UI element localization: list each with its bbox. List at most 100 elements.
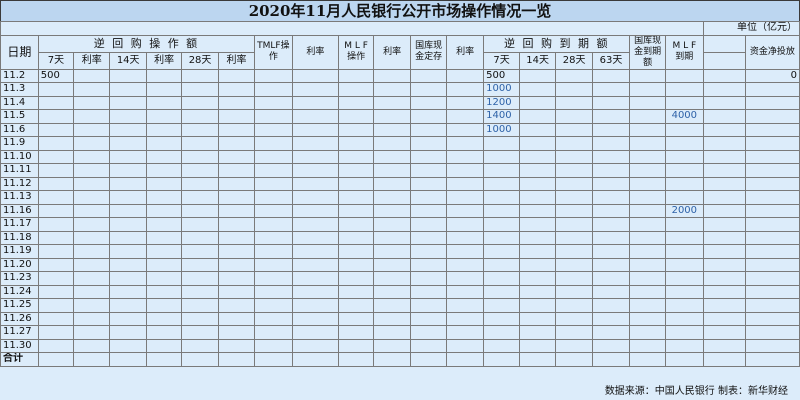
cell-empty <box>702 136 746 151</box>
cell-net <box>744 284 800 299</box>
cell-empty <box>410 271 447 286</box>
cell-empty <box>445 176 485 191</box>
total-row: 合计 <box>0 352 800 367</box>
cell-empty <box>373 284 412 299</box>
cell-empty <box>291 230 340 245</box>
cell-empty <box>145 257 183 272</box>
cell-empty <box>555 136 593 151</box>
cell-mlf-mat <box>665 244 704 259</box>
table-row: 11.4 1200 <box>0 95 800 110</box>
cell-empty <box>338 230 375 245</box>
cell-empty <box>702 149 746 164</box>
cell-empty <box>109 298 147 313</box>
cell-empty <box>555 68 593 83</box>
cell-empty <box>445 109 485 124</box>
cell-empty <box>373 68 412 83</box>
table-row: 11.16 2000 <box>0 203 800 218</box>
cell-empty <box>702 244 746 259</box>
cell-mlf-mat: 4000 <box>665 109 704 124</box>
cell-empty <box>181 95 219 110</box>
cell-empty <box>518 203 557 218</box>
cell-empty <box>254 244 293 259</box>
cell-empty <box>410 68 447 83</box>
cell-empty <box>291 217 340 232</box>
cell-empty <box>338 311 375 326</box>
cell-empty <box>555 95 593 110</box>
table-row: 11.26 <box>0 311 800 326</box>
cell-net <box>744 122 800 137</box>
cell-empty <box>591 176 631 191</box>
header-mlf-rate: 利率 <box>373 34 412 70</box>
cell-empty <box>555 271 593 286</box>
cell-mlf-mat <box>665 122 704 137</box>
table-row: 11.11 <box>0 163 800 178</box>
cell-empty <box>445 257 485 272</box>
cell-empty <box>373 217 412 232</box>
cell-op7 <box>37 338 75 353</box>
cell-empty <box>109 257 147 272</box>
cell-empty <box>254 176 293 191</box>
cell-empty <box>73 217 111 232</box>
cell-empty <box>181 217 219 232</box>
cell-empty <box>254 163 293 178</box>
cell-empty <box>702 68 746 83</box>
cell-empty <box>591 217 631 232</box>
cell-m7 <box>483 284 520 299</box>
cell-empty <box>181 352 219 367</box>
cell-m7 <box>483 257 520 272</box>
cell-empty <box>410 325 447 340</box>
cell-mlf-mat <box>665 325 704 340</box>
cell-empty <box>145 311 183 326</box>
cell-mlf-mat <box>665 298 704 313</box>
cell-empty <box>555 284 593 299</box>
cell-empty <box>291 95 340 110</box>
cell-net <box>744 338 800 353</box>
cell-op7 <box>37 311 75 326</box>
cell-empty <box>254 203 293 218</box>
cell-empty <box>629 203 667 218</box>
table-row: 11.2 500 500 0 <box>0 68 800 83</box>
cell-empty <box>338 257 375 272</box>
row-date: 11.17 <box>0 217 39 232</box>
cell-empty <box>591 68 631 83</box>
cell-empty <box>702 95 746 110</box>
cell-empty <box>73 352 111 367</box>
cell-m7 <box>483 217 520 232</box>
cell-mlf-mat <box>665 311 704 326</box>
cell-empty <box>145 190 183 205</box>
cell-net <box>744 298 800 313</box>
cell-empty <box>217 136 256 151</box>
cell-empty <box>373 136 412 151</box>
header-tmlf-ops: TMLF操作 <box>254 34 293 70</box>
cell-empty <box>483 352 520 367</box>
cell-net <box>744 190 800 205</box>
cell-empty <box>291 338 340 353</box>
cell-empty <box>373 203 412 218</box>
cell-empty <box>254 271 293 286</box>
cell-net <box>744 149 800 164</box>
cell-empty <box>702 325 746 340</box>
cell-empty <box>109 217 147 232</box>
cell-empty <box>338 163 375 178</box>
cell-empty <box>217 338 256 353</box>
cell-empty <box>629 190 667 205</box>
cell-empty <box>591 149 631 164</box>
cell-empty <box>518 298 557 313</box>
cell-empty <box>73 271 111 286</box>
header-mlf-maturity: M L F到期 <box>665 34 704 70</box>
cell-empty <box>145 95 183 110</box>
cell-empty <box>591 257 631 272</box>
cell-empty <box>338 190 375 205</box>
cell-m7: 1200 <box>483 95 520 110</box>
cell-empty <box>518 95 557 110</box>
cell-empty <box>373 325 412 340</box>
cell-empty <box>445 82 485 97</box>
cell-empty <box>291 257 340 272</box>
header-mat-14d: 14天 <box>518 51 557 70</box>
row-date: 11.20 <box>0 257 39 272</box>
unit-label: 单位（亿元） <box>702 21 800 36</box>
cell-empty <box>410 257 447 272</box>
cell-mlf-mat <box>665 257 704 272</box>
cell-empty <box>629 298 667 313</box>
cell-empty <box>217 257 256 272</box>
